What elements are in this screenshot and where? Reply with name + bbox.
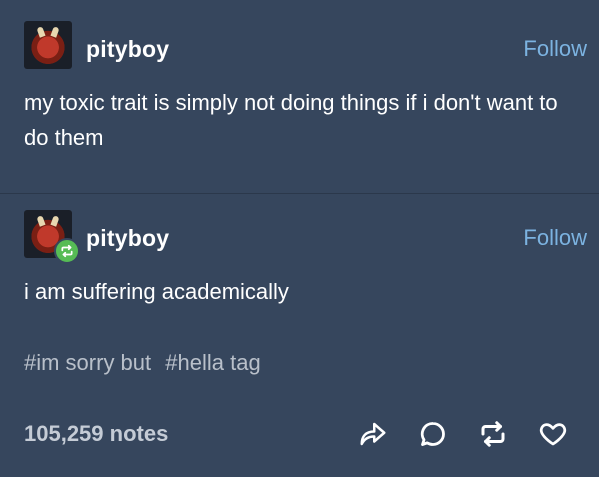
reblog-icon[interactable] xyxy=(477,418,509,450)
tag-list: #im sorry but #hella tag xyxy=(24,350,269,376)
post-body-text: my toxic trait is simply not doing thing… xyxy=(24,90,558,150)
reply-icon[interactable] xyxy=(417,418,449,450)
heart-icon[interactable] xyxy=(537,418,569,450)
share-icon[interactable] xyxy=(357,418,389,450)
follow-button[interactable]: Follow xyxy=(523,225,587,251)
post-original: pityboy Follow my toxic trait is simply … xyxy=(0,0,599,193)
follow-button[interactable]: Follow xyxy=(523,36,587,62)
username[interactable]: pityboy xyxy=(86,225,169,252)
post-reblog: pityboy Follow i am suffering academical… xyxy=(0,194,599,477)
tag[interactable]: #im sorry but xyxy=(24,350,151,375)
reblog-badge-icon xyxy=(54,238,80,264)
tag[interactable]: #hella tag xyxy=(165,350,260,375)
notes-count[interactable]: 105,259 notes xyxy=(24,421,168,447)
post-actions xyxy=(357,418,569,450)
avatar[interactable] xyxy=(24,21,72,69)
post-body-text: i am suffering academically xyxy=(24,279,289,304)
username[interactable]: pityboy xyxy=(86,36,169,63)
